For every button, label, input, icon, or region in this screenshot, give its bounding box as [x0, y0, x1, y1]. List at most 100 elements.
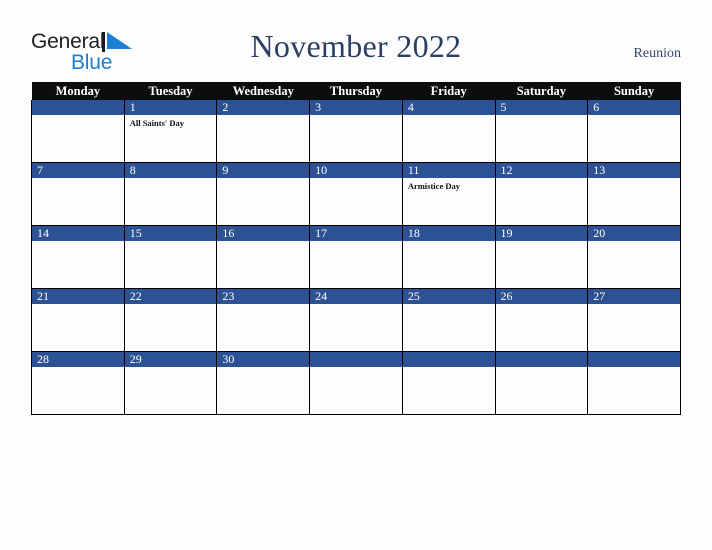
page-title: November 2022: [250, 28, 462, 64]
day-event-list: [217, 304, 309, 307]
day-cell[interactable]: 20: [587, 225, 681, 289]
calendar-week-row: 14 15 16 17 18 19 20: [31, 225, 681, 289]
day-cell[interactable]: 3: [309, 100, 403, 163]
day-cell-inner: 26: [495, 289, 588, 351]
day-cell[interactable]: 11 Armistice Day: [401, 162, 496, 226]
day-number: 23: [217, 289, 310, 304]
day-number: 21: [32, 289, 124, 304]
day-event-list: [310, 115, 402, 118]
day-event-list: [125, 178, 217, 181]
day-cell-inner: 22: [124, 289, 217, 351]
weekday-header-monday: Monday: [31, 82, 125, 100]
day-cell[interactable]: 4: [401, 100, 496, 163]
day-cell-empty[interactable]: [309, 351, 403, 415]
day-cell[interactable]: 12: [494, 162, 589, 226]
day-event-list: [496, 178, 588, 181]
day-event-list: [310, 178, 402, 181]
day-cell-inner: [310, 352, 402, 414]
day-event-list: [310, 367, 402, 370]
day-cell[interactable]: 13: [587, 162, 681, 226]
day-cell-inner: 29: [124, 352, 217, 414]
calendar-week-row: 28 29 30: [31, 351, 681, 415]
day-cell-inner: 7: [32, 163, 124, 225]
weekday-header-wednesday: Wednesday: [216, 82, 310, 100]
day-cell-inner: [588, 352, 680, 414]
day-cell[interactable]: 19: [494, 225, 589, 289]
day-cell[interactable]: 6: [587, 100, 681, 163]
day-cell-inner: 28: [32, 352, 124, 414]
day-cell-inner: [32, 100, 124, 162]
day-cell-inner: 23: [217, 289, 310, 351]
day-cell[interactable]: 25: [401, 288, 496, 352]
day-event-list: [496, 367, 588, 370]
day-cell[interactable]: 26: [494, 288, 589, 352]
day-cell-inner: 11 Armistice Day: [402, 163, 495, 225]
weekday-header-tuesday: Tuesday: [124, 82, 217, 100]
day-cell[interactable]: 5: [494, 100, 589, 163]
day-cell-inner: 16: [217, 226, 310, 288]
day-number: 20: [588, 226, 680, 241]
day-cell[interactable]: 30: [216, 351, 311, 415]
day-cell[interactable]: 16: [216, 225, 311, 289]
day-number: 8: [124, 163, 217, 178]
day-cell-inner: 13: [588, 163, 680, 225]
day-number: 7: [32, 163, 124, 178]
day-cell-inner: 2: [217, 100, 310, 162]
day-cell[interactable]: 17: [309, 225, 403, 289]
day-event-list: [310, 241, 402, 244]
day-number: [495, 352, 588, 367]
day-cell-inner: 15: [124, 226, 217, 288]
day-cell[interactable]: 14: [31, 225, 125, 289]
day-number: 27: [588, 289, 680, 304]
day-event-list: [403, 241, 495, 244]
day-event-list: [125, 304, 217, 307]
day-cell-inner: 17: [310, 226, 402, 288]
day-cell[interactable]: 7: [31, 162, 125, 226]
day-cell[interactable]: 9: [216, 162, 311, 226]
day-number: 1: [124, 100, 217, 115]
day-cell[interactable]: 27: [587, 288, 681, 352]
calendar-header-row: Monday Tuesday Wednesday Thursday Friday Satu…: [31, 82, 681, 100]
day-cell-inner: 27: [588, 289, 680, 351]
day-number: 13: [588, 163, 680, 178]
day-cell[interactable]: 15: [123, 225, 218, 289]
day-cell-inner: 19: [495, 226, 588, 288]
day-cell-empty[interactable]: [401, 351, 496, 415]
day-cell-empty[interactable]: [494, 351, 589, 415]
day-cell[interactable]: 8: [123, 162, 218, 226]
day-number: 25: [402, 289, 495, 304]
day-cell-inner: 10: [310, 163, 402, 225]
weekday-header-friday: Friday: [402, 82, 496, 100]
day-number: 9: [217, 163, 310, 178]
day-event-list: [403, 367, 495, 370]
day-cell[interactable]: 28: [31, 351, 125, 415]
day-number: 3: [310, 100, 402, 115]
weekday-header-thursday: Thursday: [309, 82, 403, 100]
day-cell[interactable]: 10: [309, 162, 403, 226]
day-cell-inner: 14: [32, 226, 124, 288]
day-number: [32, 100, 124, 115]
calendar-week-row: 21 22 23 24 25 26 27: [31, 288, 681, 352]
day-cell[interactable]: 1 All Saints' Day: [123, 100, 218, 163]
day-cell-empty[interactable]: [31, 100, 125, 163]
day-event-list: [496, 241, 588, 244]
day-number: 29: [124, 352, 217, 367]
day-cell[interactable]: 18: [401, 225, 496, 289]
day-event-list: [125, 367, 217, 370]
day-cell[interactable]: 21: [31, 288, 125, 352]
day-cell[interactable]: 23: [216, 288, 311, 352]
day-cell[interactable]: 29: [123, 351, 218, 415]
day-event-list: [588, 304, 680, 307]
day-cell[interactable]: 22: [123, 288, 218, 352]
day-event-list: [588, 241, 680, 244]
day-cell[interactable]: 2: [216, 100, 311, 163]
day-cell[interactable]: 24: [309, 288, 403, 352]
day-number: 2: [217, 100, 310, 115]
day-event-list: [588, 115, 680, 118]
day-cell-empty[interactable]: [587, 351, 681, 415]
day-event-list: [588, 178, 680, 181]
day-number: 12: [495, 163, 588, 178]
day-cell-inner: 1 All Saints' Day: [124, 100, 217, 162]
day-number: 6: [588, 100, 680, 115]
day-number: 17: [310, 226, 402, 241]
